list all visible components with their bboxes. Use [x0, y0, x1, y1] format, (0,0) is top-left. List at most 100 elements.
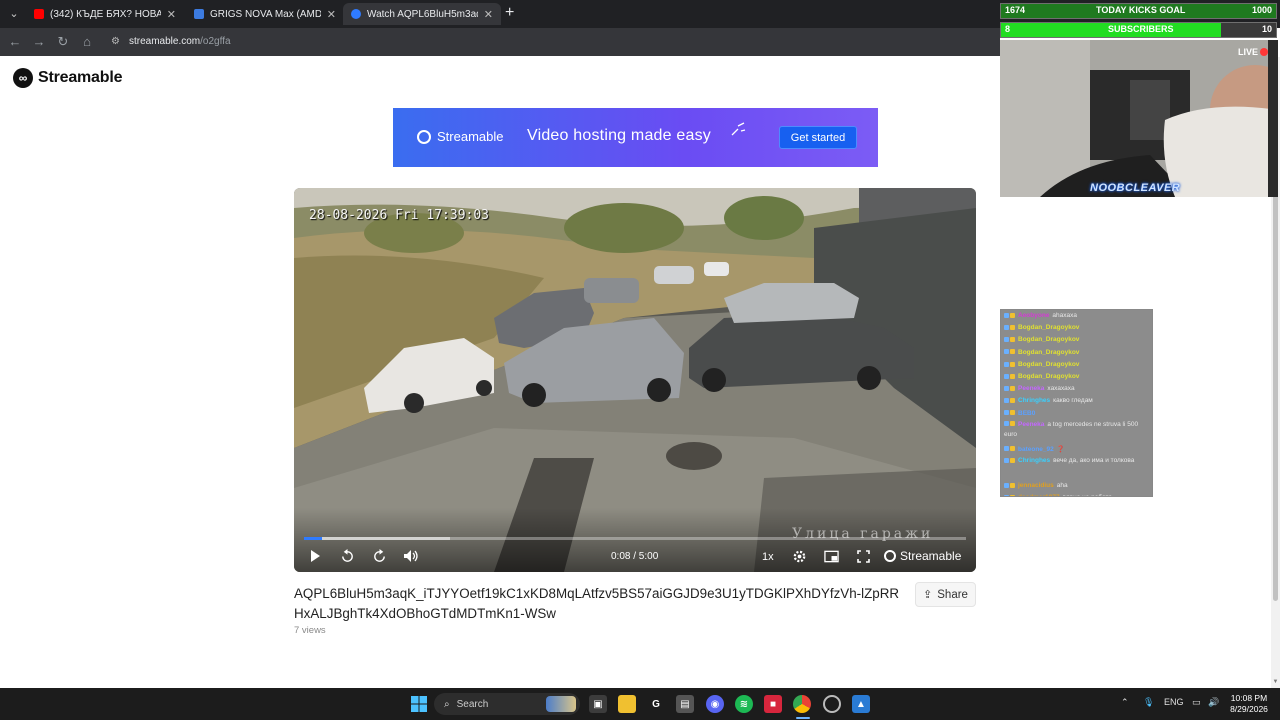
reload-icon[interactable]: ↻	[55, 34, 71, 50]
forward-icon[interactable]	[369, 546, 389, 566]
chat-username[interactable]: jennacidius	[1018, 482, 1054, 489]
video-seek-bar[interactable]	[304, 537, 966, 540]
chat-username[interactable]: Aeobyone	[1018, 312, 1049, 319]
store-icon[interactable]: ▤	[676, 695, 694, 713]
task-view-icon[interactable]: ▣	[589, 695, 607, 713]
streamer-name: NOOBCLEAVER	[1090, 182, 1181, 194]
tab-search-chevron-icon[interactable]: ⌄	[6, 6, 22, 22]
volume-icon[interactable]	[401, 546, 421, 566]
file-explorer-icon[interactable]	[618, 695, 636, 713]
sparkle-icon	[731, 122, 746, 136]
forward-arrow-icon[interactable]: →	[31, 34, 47, 50]
playback-speed-button[interactable]: 1x	[762, 551, 774, 563]
settings-gear-icon[interactable]	[789, 546, 809, 566]
app-g-icon[interactable]: G	[647, 695, 665, 713]
search-placeholder: Search	[456, 698, 489, 710]
get-started-button[interactable]: Get started	[779, 126, 857, 149]
search-highlight-image	[546, 696, 576, 712]
speaker-icon[interactable]: 🔊	[1208, 697, 1219, 708]
discord-icon[interactable]: ◉	[706, 695, 724, 713]
chat-username[interactable]: Peeneka	[1018, 385, 1044, 392]
search-icon: ⌕	[444, 698, 450, 710]
chat-username[interactable]: Chringhes	[1018, 397, 1050, 404]
microphone-icon[interactable]: 🎙	[1143, 697, 1154, 708]
active-app-indicator	[796, 717, 810, 719]
chat-message: Peeneka a tog mercedes ne struva li 500 e…	[1001, 420, 1152, 444]
photos-icon[interactable]: ▲	[852, 695, 870, 713]
chat-text: aha	[1056, 481, 1068, 489]
chat-badge-icon	[1004, 324, 1009, 330]
browser-tab-grigs[interactable]: GRIGS NOVA Max (AMD AM5) ✕	[186, 3, 344, 25]
fullscreen-icon[interactable]	[853, 546, 873, 566]
chat-username[interactable]: Bogdan_Dragoykov	[1018, 349, 1079, 356]
clock-time: 10:08 PM	[1230, 693, 1268, 703]
chat-badge-icon	[1010, 324, 1015, 330]
camera-timestamp: 28-08-2026 Fri 17:39:03	[309, 208, 490, 223]
share-button[interactable]: ⇪ Share	[915, 582, 976, 607]
picture-in-picture-icon[interactable]	[821, 546, 841, 566]
tab-title: Watch AQPL6BluH5m3aqK_iTJYY	[367, 8, 478, 20]
tray-overflow-chevron-icon[interactable]: ⌃	[1121, 697, 1129, 708]
system-clock[interactable]: 10:08 PM 8/29/2026	[1226, 693, 1272, 715]
logo-text: Streamable	[38, 69, 123, 86]
banner-brand-text: Streamable	[437, 129, 504, 144]
chat-message: Chringhes какво гледам	[1001, 395, 1152, 407]
chat-message: bateone_92 ❓	[1001, 444, 1152, 456]
chat-message: daedmar1077вярно не работа	[1001, 492, 1152, 496]
streamer-webcam: LIVE NOOBCLEAVER	[1000, 40, 1278, 197]
taskbar-search[interactable]: ⌕ Search	[434, 693, 580, 715]
site-favicon-icon	[194, 9, 204, 19]
network-icon[interactable]: ▭	[1192, 697, 1201, 708]
banner-tagline: Video hosting made easy	[527, 127, 711, 144]
youtube-icon	[34, 9, 44, 19]
promo-banner[interactable]: Streamable Video hosting made easy Get s…	[393, 108, 878, 167]
chat-badge-icon	[1004, 410, 1009, 416]
subs-target: 10	[1261, 24, 1272, 34]
spotify-icon[interactable]: ≋	[735, 695, 753, 713]
back-arrow-icon[interactable]: ←	[7, 34, 23, 50]
scroll-down-arrow-icon[interactable]: ▼	[1271, 678, 1280, 687]
chat-username[interactable]: Chringhes	[1018, 457, 1050, 464]
rewind-icon[interactable]	[337, 546, 357, 566]
input-language[interactable]: ENG	[1164, 697, 1184, 707]
subscribers-bar: 8 SUBSCRIBERS 10	[1000, 22, 1277, 38]
browser-tab-streamable[interactable]: Watch AQPL6BluH5m3aqK_iTJYY ✕	[343, 3, 501, 25]
chat-message: Bogdan_Dragoykov	[1001, 334, 1152, 346]
chat-username[interactable]: Bogdan_Dragoykov	[1018, 373, 1079, 380]
video-frame-parking-scene	[294, 188, 976, 572]
chat-message: Peeneka хахахаха	[1001, 383, 1152, 395]
windows-start-icon[interactable]	[410, 695, 428, 713]
chat-username[interactable]: BEB0	[1018, 410, 1035, 417]
video-player[interactable]: 28-08-2026 Fri 17:39:03 Улица гаражи 0:0…	[294, 188, 976, 572]
close-tab-icon[interactable]: ✕	[327, 8, 336, 21]
chrome-icon[interactable]	[793, 695, 811, 713]
chat-message: Aeobyone ahaxaxa	[1001, 310, 1152, 322]
play-icon[interactable]	[305, 546, 325, 566]
chat-username[interactable]: Bogdan_Dragoykov	[1018, 324, 1079, 331]
chat-username[interactable]: Peeneka	[1018, 421, 1044, 428]
close-tab-icon[interactable]: ✕	[167, 8, 176, 21]
browser-tab-youtube[interactable]: (342) КЪДЕ БЯХ? НОВА КОЛА ✕	[26, 3, 184, 25]
chat-badge-icon	[1004, 349, 1009, 355]
site-info-icon[interactable]: ⚙	[111, 36, 123, 48]
new-tab-plus-icon[interactable]: +	[505, 4, 514, 22]
tab-title: GRIGS NOVA Max (AMD AM5)	[210, 8, 321, 20]
share-icon: ⇪	[923, 589, 933, 601]
streamable-logo[interactable]: ∞ Streamable	[13, 68, 122, 88]
close-tab-icon[interactable]: ✕	[484, 8, 493, 21]
chat-badge-icon	[1010, 421, 1015, 427]
seek-progress	[304, 537, 322, 540]
goal-current: 1674	[1005, 5, 1026, 15]
chat-badge-icon	[1010, 361, 1015, 367]
chat-username[interactable]: bateone_92	[1018, 446, 1054, 453]
player-streamable-brand[interactable]: Streamable	[884, 549, 961, 563]
app-red-icon[interactable]: ■	[764, 695, 782, 713]
chat-username[interactable]: Bogdan_Dragoykov	[1018, 361, 1079, 368]
kicks-goal-bar: 1674 TODAY KICKS GOAL 1000	[1000, 3, 1277, 19]
chat-username[interactable]: daedmar1077	[1018, 494, 1060, 496]
chat-username[interactable]: Bogdan_Dragoykov	[1018, 336, 1079, 343]
address-bar-url[interactable]: streamable.com/o2gffa	[129, 36, 231, 47]
home-icon[interactable]: ⌂	[79, 34, 95, 50]
steam-icon[interactable]	[823, 695, 841, 713]
live-dot-icon	[1260, 48, 1269, 56]
